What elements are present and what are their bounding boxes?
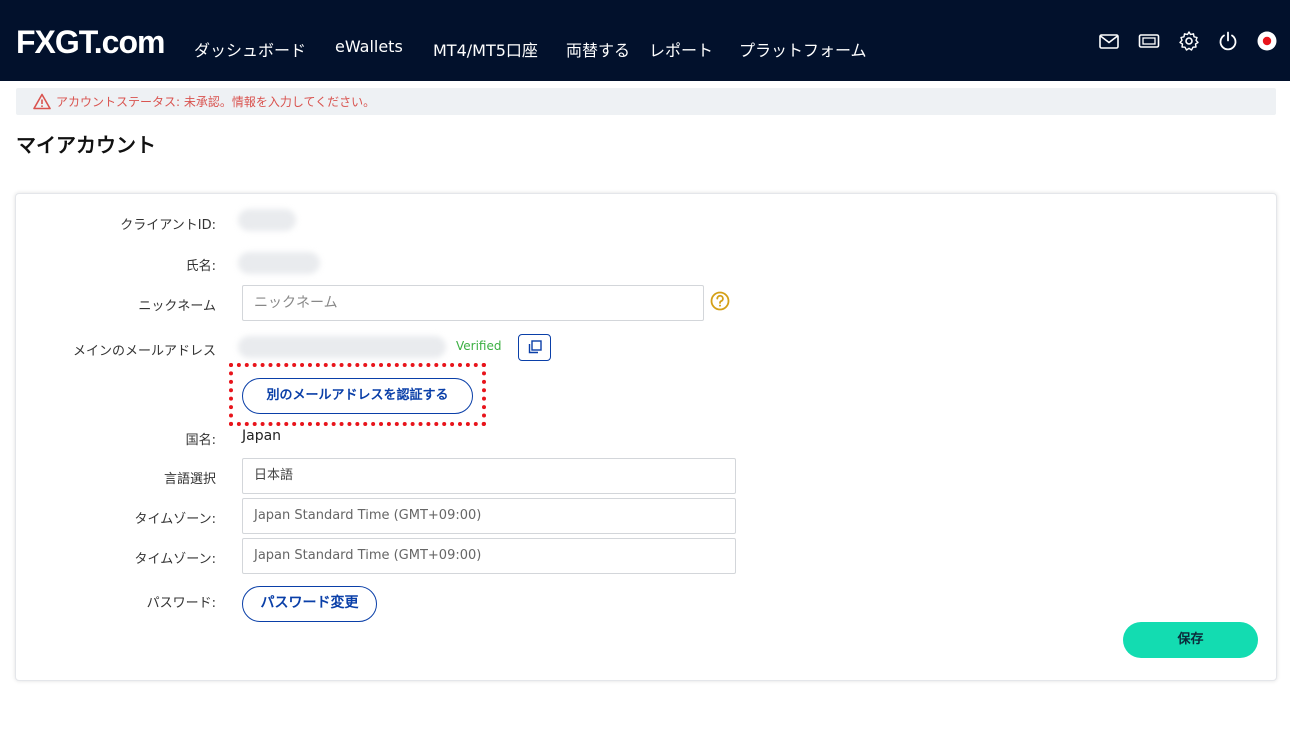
help-question-icon[interactable] — [710, 291, 730, 311]
nickname-label: ニックネーム — [138, 299, 216, 314]
copy-icon — [528, 340, 542, 354]
nav-reports[interactable]: レポート — [649, 37, 713, 61]
power-icon[interactable] — [1217, 30, 1239, 52]
nav-exchange[interactable]: 両替する — [566, 37, 630, 61]
gear-icon[interactable] — [1178, 30, 1200, 52]
fxgt-logo[interactable]: FXGT.com — [16, 24, 165, 61]
nav-ewallets[interactable]: eWallets — [335, 37, 403, 56]
country-value: Japan — [242, 428, 282, 444]
highlight-annotation-box — [229, 363, 486, 426]
timezone-label-1: タイムゾーン: — [134, 512, 216, 527]
client-id-label: クライアントID: — [120, 218, 216, 233]
timezone-select-2[interactable]: Japan Standard Time (GMT+09:00) — [242, 538, 736, 574]
nav-dashboard[interactable]: ダッシュボード — [194, 37, 306, 61]
language-select[interactable]: 日本語 — [242, 458, 736, 494]
email-verified-status: Verified — [456, 339, 502, 353]
nav-mt4-mt5-accounts[interactable]: MT4/MT5口座 — [433, 37, 538, 61]
nav-platforms[interactable]: プラットフォーム — [739, 37, 867, 61]
name-value-redacted — [238, 252, 320, 274]
mail-icon[interactable] — [1098, 30, 1120, 52]
flag-japan-icon[interactable] — [1256, 30, 1278, 52]
change-password-button[interactable]: パスワード変更 — [242, 586, 377, 622]
nickname-input[interactable] — [242, 285, 704, 321]
timezone-select-1[interactable]: Japan Standard Time (GMT+09:00) — [242, 498, 736, 534]
password-label: パスワード: — [146, 596, 216, 611]
email-value-redacted — [238, 336, 446, 358]
alert-message: アカウントステータス: 未承認。情報を入力してください。 — [56, 95, 376, 109]
account-status-alert: アカウントステータス: 未承認。情報を入力してください。 — [16, 88, 1276, 115]
country-label: 国名: — [185, 433, 216, 448]
name-label: 氏名: — [185, 259, 216, 274]
top-navbar: FXGT.com ダッシュボード eWallets MT4/MT5口座 両替する… — [0, 0, 1290, 81]
email-label: メインのメールアドレス — [72, 344, 216, 359]
ticket-icon[interactable] — [1138, 30, 1160, 52]
language-label: 言語選択 — [163, 472, 216, 487]
timezone-label-2: タイムゾーン: — [134, 552, 216, 567]
save-button[interactable]: 保存 — [1123, 622, 1258, 658]
warning-icon — [33, 93, 51, 110]
copy-email-button[interactable] — [518, 334, 551, 361]
page-title: マイアカウント — [16, 133, 156, 157]
client-id-value-redacted — [238, 209, 296, 231]
